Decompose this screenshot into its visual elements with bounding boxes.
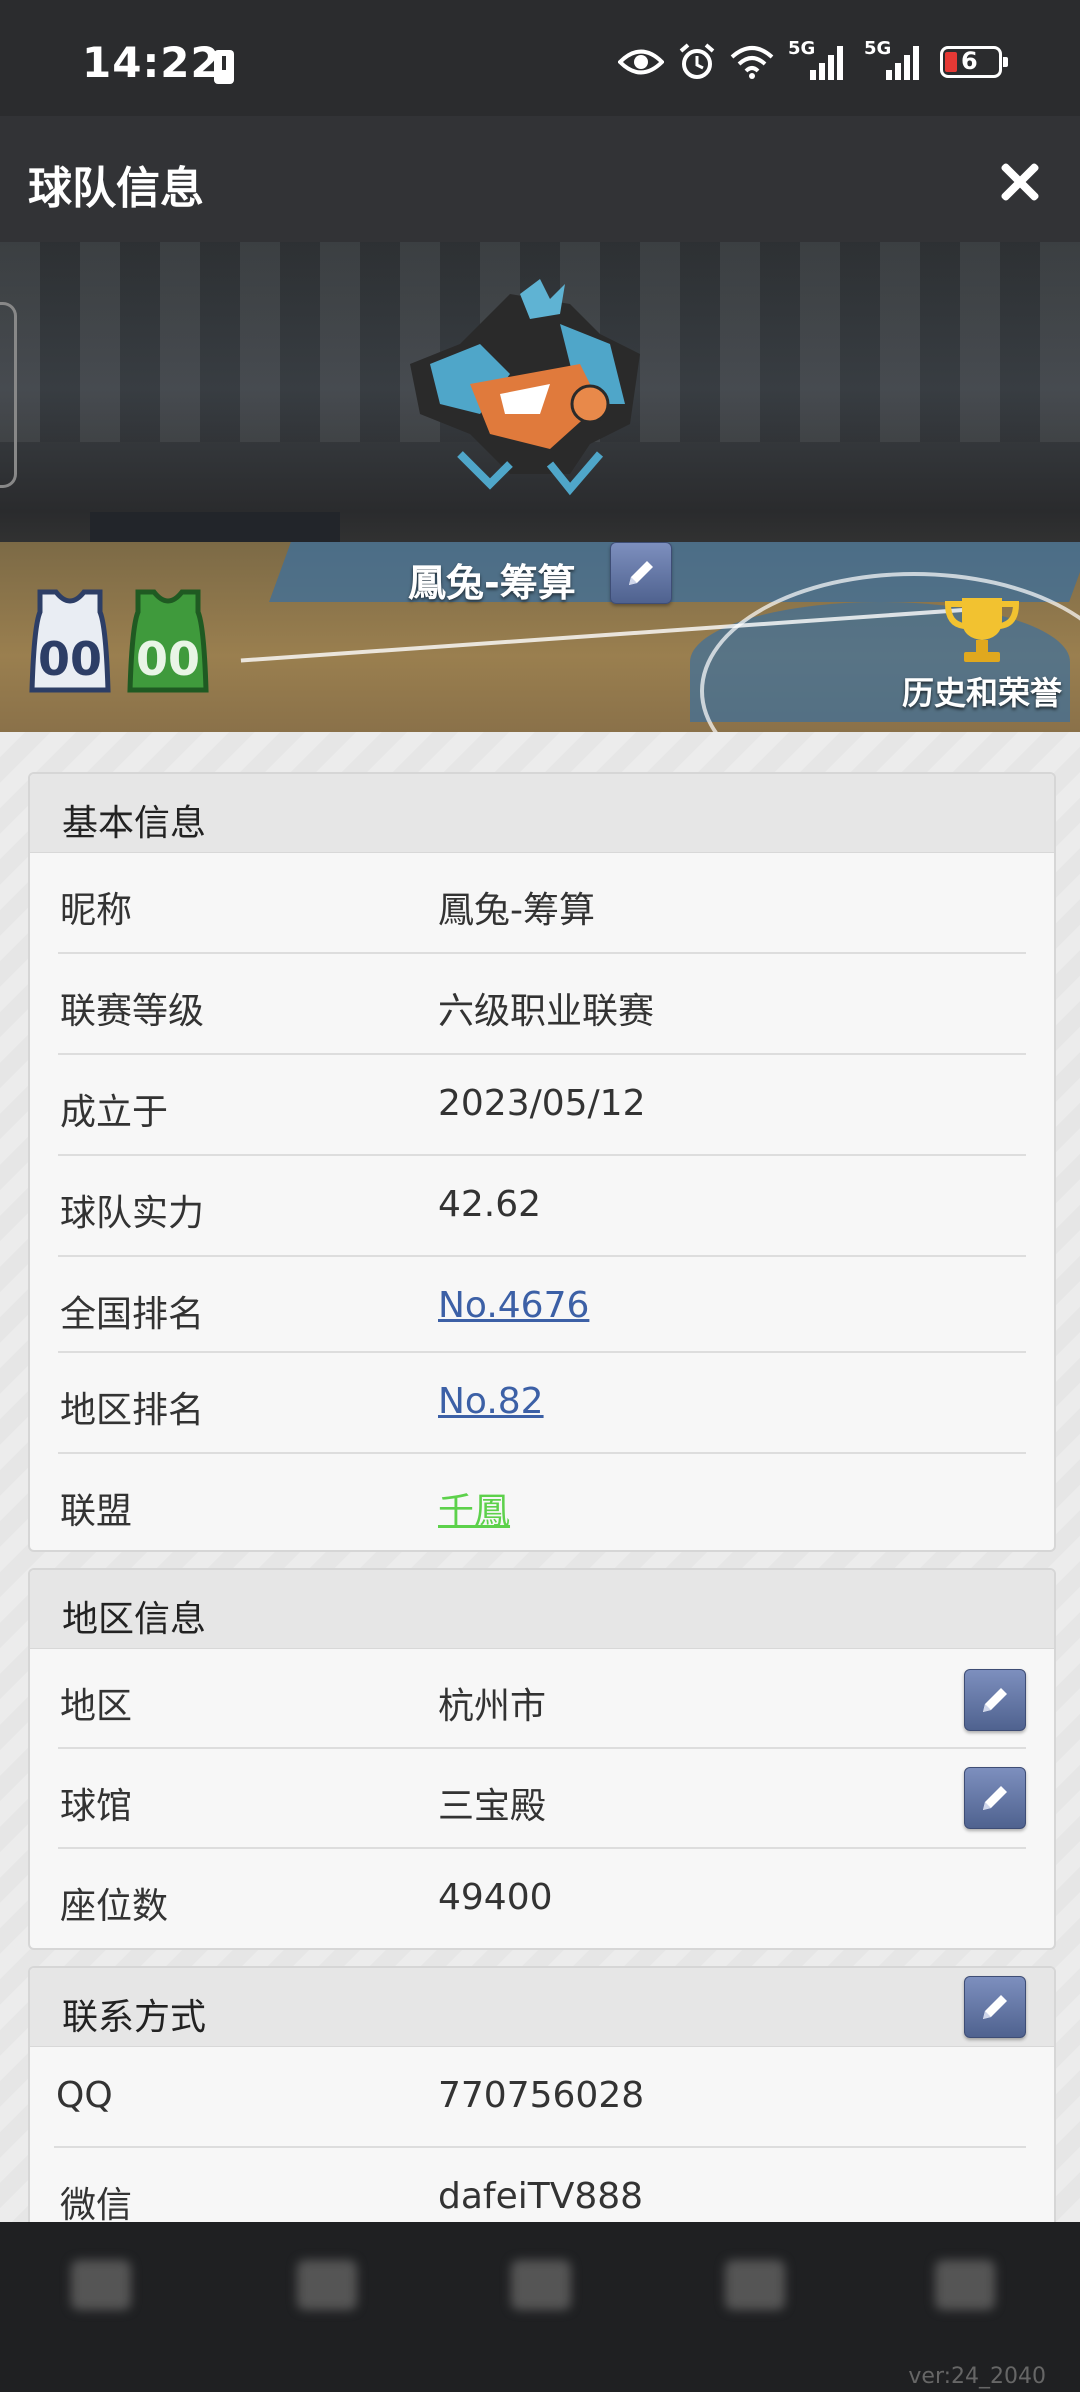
region-info-card: 地区信息 地区 杭州市 球馆 三宝殿 座位数 49400 <box>28 1568 1056 1950</box>
row-value: 2023/05/12 <box>438 1083 646 1124</box>
row-label: 全国排名 <box>60 1294 205 1335</box>
info-row-regional-rank: 地区排名 No.82 <box>58 1353 1026 1454</box>
eye-icon <box>618 49 664 75</box>
alarm-icon <box>679 43 715 79</box>
nav-item[interactable] <box>46 2260 156 2360</box>
pencil-icon <box>983 1995 1007 2019</box>
info-row-wechat: 微信 dafeiTV888 <box>58 2148 1026 2222</box>
bottom-navigation: ver:24_2040 <box>0 2222 1080 2392</box>
signal-icon: 5G <box>864 38 926 82</box>
page-title: 球队信息 <box>28 163 204 214</box>
row-value: 六级职业联赛 <box>438 991 655 1032</box>
row-label: 微信 <box>60 2185 133 2222</box>
info-row-nickname: 昵称 鳳兔-筹算 <box>58 853 1026 954</box>
home-jersey[interactable]: 00 <box>26 586 114 696</box>
row-label: 球队实力 <box>60 1193 205 1234</box>
edit-region-button[interactable] <box>964 1669 1026 1731</box>
edit-team-name-button[interactable] <box>610 542 672 604</box>
card-header: 地区信息 <box>30 1570 1054 1649</box>
row-label: 地区排名 <box>60 1390 205 1431</box>
row-value: 三宝殿 <box>438 1786 547 1827</box>
row-value: dafeiTV888 <box>438 2176 644 2217</box>
status-time: 14:22 <box>82 38 221 87</box>
info-row-league-level: 联赛等级 六级职业联赛 <box>58 954 1026 1055</box>
info-row-founded: 成立于 2023/05/12 <box>58 1055 1026 1156</box>
nav-item[interactable] <box>486 2260 596 2360</box>
info-row-region: 地区 杭州市 <box>58 1649 1026 1749</box>
wifi-icon <box>730 46 774 79</box>
card-title: 基本信息 <box>62 803 207 844</box>
nav-item[interactable] <box>910 2260 1020 2360</box>
nav-item[interactable] <box>272 2260 382 2360</box>
info-row-arena: 球馆 三宝殿 <box>58 1749 1026 1849</box>
status-bar: 14:22 5G 5G 6 <box>0 0 1080 116</box>
info-row-national-rank: 全国排名 No.4676 <box>58 1257 1026 1353</box>
info-row-seats: 座位数 49400 <box>58 1849 1026 1948</box>
alliance-link[interactable]: 千鳳 <box>438 1482 510 1534</box>
regional-rank-link[interactable]: No.82 <box>438 1381 544 1422</box>
row-label: 昵称 <box>60 890 133 931</box>
battery-level: 6 <box>961 47 978 75</box>
pencil-icon <box>983 1688 1007 1712</box>
away-jersey[interactable]: 00 <box>124 586 212 696</box>
row-label: 地区 <box>60 1686 133 1727</box>
contact-card: 联系方式 QQ 770756028 微信 dafeiTV888 <box>28 1966 1056 2222</box>
pencil-icon <box>983 1786 1007 1810</box>
history-honor-button[interactable]: 历史和荣誉 <box>892 592 1072 712</box>
edit-contact-button[interactable] <box>964 1976 1026 2038</box>
nav-item[interactable] <box>700 2260 810 2360</box>
basic-info-card: 基本信息 昵称 鳳兔-筹算 联赛等级 六级职业联赛 成立于 2023/05/12… <box>28 772 1056 1552</box>
card-header: 基本信息 <box>30 774 1054 853</box>
row-value: 770756028 <box>438 2075 645 2116</box>
card-title: 地区信息 <box>62 1599 207 1640</box>
row-label: QQ <box>56 2075 113 2116</box>
card-title: 联系方式 <box>62 1997 207 2038</box>
team-name: 鳳兔-筹算 <box>408 561 576 605</box>
info-row-alliance: 联盟 千鳳 <box>58 1454 1026 1550</box>
info-content[interactable]: 基本信息 昵称 鳳兔-筹算 联赛等级 六级职业联赛 成立于 2023/05/12… <box>0 732 1080 2222</box>
row-label: 联盟 <box>60 1491 133 1532</box>
row-value: 49400 <box>438 1877 553 1918</box>
row-label: 联赛等级 <box>60 991 205 1032</box>
row-label: 球馆 <box>60 1786 133 1827</box>
trophy-icon <box>944 598 1020 662</box>
row-value: 鳳兔-筹算 <box>438 890 595 931</box>
info-row-qq: QQ 770756028 <box>54 2047 1026 2148</box>
edit-arena-button[interactable] <box>964 1767 1026 1829</box>
card-header: 联系方式 <box>30 1968 1054 2047</box>
side-handle[interactable] <box>0 302 17 488</box>
home-jersey-number: 00 <box>37 632 102 686</box>
team-logo <box>410 279 640 496</box>
row-value: 杭州市 <box>438 1686 547 1727</box>
signal-icon: 5G <box>788 38 850 82</box>
status-icons: 5G 5G 6 <box>618 38 1008 82</box>
row-value: 42.62 <box>438 1184 542 1225</box>
row-label: 成立于 <box>60 1092 169 1133</box>
close-icon[interactable] <box>990 152 1050 212</box>
info-row-strength: 球队实力 42.62 <box>58 1156 1026 1257</box>
title-bar: 球队信息 <box>0 116 1080 242</box>
away-jersey-number: 00 <box>135 632 200 686</box>
battery-icon: 6 <box>940 46 1008 78</box>
pencil-icon <box>629 561 653 585</box>
alert-icon <box>214 50 234 84</box>
version-label: ver:24_2040 <box>908 2364 1046 2389</box>
history-honor-label: 历史和荣誉 <box>901 674 1062 712</box>
team-banner: 鳳兔-筹算 00 00 历史和荣誉 <box>0 242 1080 732</box>
row-label: 座位数 <box>60 1886 169 1927</box>
national-rank-link[interactable]: No.4676 <box>438 1285 589 1326</box>
